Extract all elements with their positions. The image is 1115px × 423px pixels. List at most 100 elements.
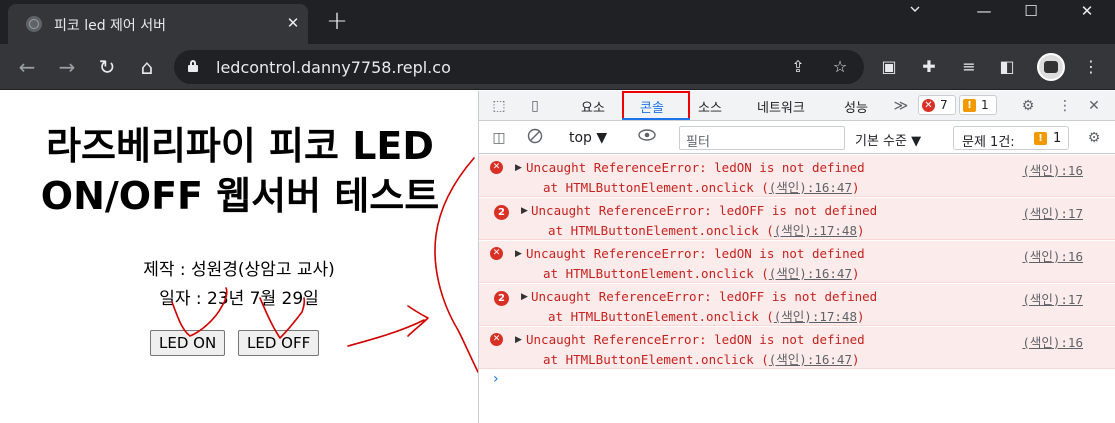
issues-warning-icon: ! [1034, 132, 1047, 145]
browser-toolbar: ← → ↻ ⌂ ledcontrol.danny7758.repl.co ⇪ ☆… [0, 44, 1115, 90]
stack-trace-link[interactable]: (색인):16:47 [769, 266, 852, 281]
console-error-message[interactable]: ✕ ▶ Uncaught ReferenceError: ledON is not … [479, 241, 1115, 283]
warning-count-badge[interactable]: ! 1 [959, 95, 997, 115]
inspect-element-icon[interactable]: ⬚ [489, 96, 509, 116]
globe-icon [26, 16, 42, 32]
console-error-message[interactable]: ✕ ▶ Uncaught ReferenceError: ledON is not … [479, 155, 1115, 197]
stack-trace-suffix: ) [852, 352, 860, 367]
page-title-line1: 라즈베리파이 피코 LED [46, 124, 434, 168]
profile-avatar[interactable] [1037, 53, 1065, 81]
stack-trace-link[interactable]: (색인):17:48 [774, 309, 857, 324]
tab-strip: 피코 led 제어 서버 ✕ + — ☐ ✕ [0, 0, 1115, 44]
issues-count: 1 [1053, 131, 1062, 146]
browser-menu-icon[interactable]: ⋮ [1080, 56, 1102, 78]
stack-trace-suffix: ) [852, 180, 860, 195]
source-link[interactable]: (색인):17 [1022, 203, 1083, 222]
repeat-count-badge: 2 [494, 205, 509, 220]
url-text[interactable]: ledcontrol.danny7758.repl.co [216, 58, 451, 77]
source-link[interactable]: (색인):16 [1022, 160, 1083, 179]
side-panel-icon[interactable]: ◧ [996, 56, 1018, 78]
console-sidebar-icon[interactable]: ◫ [489, 128, 509, 148]
expand-arrow-icon[interactable]: ▶ [515, 334, 523, 346]
tab-sources[interactable]: 소스 [698, 97, 722, 116]
device-toolbar-icon[interactable]: ▯ [525, 96, 545, 116]
source-link[interactable]: (색인):16 [1022, 332, 1083, 351]
console-error-message[interactable]: 2 ▶ Uncaught ReferenceError: ledOFF is not… [479, 284, 1115, 326]
close-tab-icon[interactable]: ✕ [284, 14, 302, 32]
error-icon: ✕ [490, 247, 503, 260]
clear-console-icon[interactable] [525, 128, 545, 148]
source-link[interactable]: (색인):17 [1022, 289, 1083, 308]
error-text: Uncaught ReferenceError: ledON is not de… [526, 332, 865, 347]
stack-trace: at HTMLButtonElement.onclick ((색인):17:48… [548, 306, 865, 325]
error-count-badge[interactable]: ✕ 7 [918, 95, 956, 115]
forward-button[interactable]: → [54, 54, 80, 80]
stack-trace-suffix: ) [857, 309, 865, 324]
stack-trace-link[interactable]: (색인):17:48 [774, 223, 857, 238]
minimize-window-button[interactable]: — [961, 0, 1007, 22]
console-prompt[interactable]: › [493, 371, 499, 387]
expand-arrow-icon[interactable]: ▶ [515, 162, 523, 174]
devtools-tab-bar: ⬚ ▯ 요소 콘솔 소스 네트워크 성능 ≫ ✕ 7 ! 1 ⚙ ⋮ ✕ [479, 91, 1115, 121]
picture-in-picture-icon[interactable]: ▣ [878, 56, 900, 78]
stack-trace-prefix: at HTMLButtonElement.onclick ( [543, 352, 769, 367]
filter-placeholder: 필터 [686, 135, 710, 150]
date-text: 일자 : 23년 7월 29일 [159, 289, 319, 309]
issues-button[interactable]: 문제 1건: ! 1 [953, 126, 1069, 150]
error-text: Uncaught ReferenceError: ledOFF is not d… [531, 203, 878, 218]
error-count: 7 [940, 98, 948, 112]
more-tabs-icon[interactable]: ≫ [891, 96, 911, 116]
led-on-button[interactable]: LED ON [150, 330, 226, 356]
expand-arrow-icon[interactable]: ▶ [521, 291, 529, 303]
stack-trace-suffix: ) [857, 223, 865, 238]
home-button[interactable]: ⌂ [134, 54, 160, 80]
stack-trace: at HTMLButtonElement.onclick ((색인):16:47… [543, 349, 860, 368]
led-off-button[interactable]: LED OFF [238, 330, 320, 356]
minimize-button[interactable] [892, 0, 938, 22]
new-tab-button[interactable]: + [322, 6, 352, 36]
repeat-count-badge: 2 [494, 291, 509, 306]
page-title-line2: ON/OFF 웹서버 테스트 [40, 174, 440, 218]
tab-performance[interactable]: 성능 [844, 97, 868, 116]
settings-icon[interactable]: ⚙ [1018, 96, 1038, 116]
console-messages: ✕ ▶ Uncaught ReferenceError: ledON is not … [479, 155, 1115, 423]
error-icon: ✕ [922, 99, 935, 112]
source-link[interactable]: (색인):16 [1022, 246, 1083, 265]
console-filter-input[interactable]: 필터 [679, 126, 845, 150]
console-error-message[interactable]: ✕ ▶ Uncaught ReferenceError: ledON is not … [479, 327, 1115, 369]
star-icon[interactable]: ☆ [830, 57, 850, 77]
tab-console[interactable]: 콘솔 [640, 97, 664, 116]
page-title: 라즈베리파이 피코 LED ON/OFF 웹서버 테스트 [10, 121, 470, 221]
stack-trace-prefix: at HTMLButtonElement.onclick ( [548, 223, 774, 238]
close-window-button[interactable]: ✕ [1064, 0, 1110, 22]
stack-trace-prefix: at HTMLButtonElement.onclick ( [543, 180, 769, 195]
maximize-window-button[interactable]: ☐ [1008, 0, 1054, 22]
stack-trace: at HTMLButtonElement.onclick ((색인):16:47… [543, 177, 860, 196]
eye-icon[interactable] [637, 128, 657, 148]
stack-trace-link[interactable]: (색인):16:47 [769, 352, 852, 367]
media-controls-icon[interactable]: ≡ [958, 56, 980, 78]
kebab-menu-icon[interactable]: ⋮ [1055, 96, 1075, 116]
extensions-icon[interactable]: ✚ [918, 56, 940, 78]
console-settings-icon[interactable]: ⚙ [1084, 128, 1104, 148]
tab-elements[interactable]: 요소 [581, 97, 605, 116]
stack-trace: at HTMLButtonElement.onclick ((색인):16:47… [543, 263, 860, 282]
log-levels-dropdown[interactable]: 기본 수준 ▼ [855, 130, 921, 149]
back-button[interactable]: ← [14, 54, 40, 80]
tab-network[interactable]: 네트워크 [757, 97, 805, 116]
expand-arrow-icon[interactable]: ▶ [521, 205, 529, 217]
expand-arrow-icon[interactable]: ▶ [515, 248, 523, 260]
address-bar[interactable]: ledcontrol.danny7758.repl.co ⇪ ☆ [174, 50, 864, 84]
context-select[interactable]: top ▼ [569, 130, 607, 146]
error-text: Uncaught ReferenceError: ledON is not de… [526, 246, 865, 261]
error-icon: ✕ [490, 333, 503, 346]
lock-icon[interactable] [188, 60, 198, 72]
close-devtools-icon[interactable]: ✕ [1084, 96, 1104, 116]
error-icon: ✕ [490, 161, 503, 174]
devtools-panel: ⬚ ▯ 요소 콘솔 소스 네트워크 성능 ≫ ✕ 7 ! 1 ⚙ ⋮ ✕ ◫ t… [478, 91, 1115, 423]
console-error-message[interactable]: 2 ▶ Uncaught ReferenceError: ledOFF is not… [479, 198, 1115, 240]
browser-tab[interactable]: 피코 led 제어 서버 ✕ [8, 4, 308, 44]
reload-button[interactable]: ↻ [94, 54, 120, 80]
share-icon[interactable]: ⇪ [788, 57, 808, 77]
stack-trace-link[interactable]: (색인):16:47 [769, 180, 852, 195]
